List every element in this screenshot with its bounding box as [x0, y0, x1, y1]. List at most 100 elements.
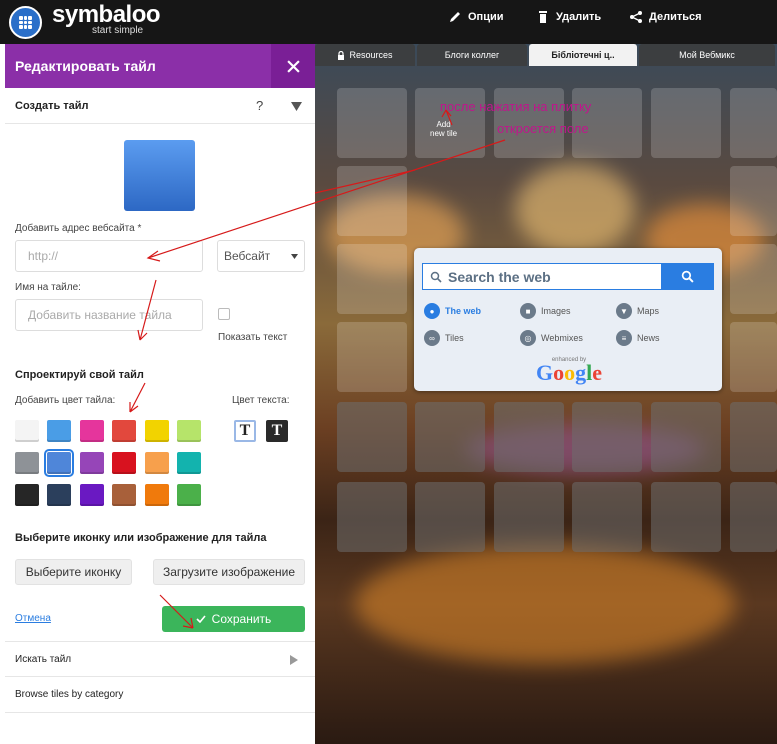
tile[interactable] — [337, 402, 407, 472]
save-label: Сохранить — [211, 612, 272, 626]
url-input[interactable]: http:// — [15, 240, 203, 272]
color-swatch[interactable] — [44, 449, 74, 477]
save-button[interactable]: Сохранить — [162, 606, 305, 632]
design-heading: Спроектируй свой тайл — [15, 369, 144, 381]
color-swatch[interactable] — [80, 420, 104, 442]
tile[interactable] — [494, 482, 564, 552]
link-icon: ∞ — [424, 330, 440, 346]
tab-colleague-blogs[interactable]: Блоги коллег — [417, 44, 527, 66]
delete-label: Удалить — [556, 11, 602, 23]
option-label: The web — [445, 306, 482, 316]
color-swatch[interactable] — [15, 420, 39, 442]
trash-icon — [539, 11, 547, 23]
color-swatch[interactable] — [177, 452, 201, 474]
tab-library-active[interactable]: Бібліотечні ц.. — [529, 44, 637, 66]
google-logo: Google — [535, 360, 602, 385]
tile[interactable] — [572, 402, 642, 472]
upload-image-button[interactable]: Загрузите изображение — [153, 559, 305, 585]
color-swatch[interactable] — [15, 484, 39, 506]
color-swatch[interactable] — [47, 484, 71, 506]
webmix-icon: ◎ — [520, 330, 536, 346]
pencil-icon — [450, 12, 460, 22]
chevron-down-icon[interactable] — [291, 102, 302, 111]
color-swatch[interactable] — [177, 484, 201, 506]
text-color-dark[interactable]: T — [234, 420, 256, 442]
tile[interactable] — [415, 402, 485, 472]
annotation-text-1: после нажатия на плитку — [440, 99, 592, 114]
color-swatch[interactable] — [145, 452, 169, 474]
tile[interactable] — [730, 88, 777, 158]
show-text-checkbox[interactable] — [218, 308, 230, 320]
brand-tagline: start simple — [92, 25, 144, 36]
tile[interactable] — [651, 402, 721, 472]
panel-title: Редактировать тайл — [15, 58, 156, 74]
show-text-label: Показать текст — [218, 332, 288, 343]
webmix-tabs: Resources Блоги коллег Бібліотечні ц.. М… — [315, 44, 777, 66]
browse-tiles-row[interactable]: Browse tiles by category — [5, 677, 315, 713]
color-swatch[interactable] — [112, 452, 136, 474]
color-swatch[interactable] — [15, 452, 39, 474]
color-swatch[interactable] — [145, 420, 169, 442]
options-button[interactable]: Опции — [448, 10, 504, 24]
tile-color-label: Добавить цвет тайла: — [15, 395, 116, 406]
tile[interactable] — [730, 402, 777, 472]
check-icon — [196, 615, 206, 623]
tile[interactable] — [651, 482, 721, 552]
search-option-tiles[interactable]: ∞ Tiles — [424, 330, 464, 346]
search-input[interactable]: Search the web — [422, 263, 714, 290]
tile[interactable] — [730, 322, 777, 392]
tile[interactable] — [730, 482, 777, 552]
search-tile-label: Искать тайл — [15, 654, 72, 665]
color-swatch[interactable] — [145, 484, 169, 506]
color-swatch[interactable] — [47, 420, 71, 442]
tile-name-input[interactable]: Добавить название тайла — [15, 299, 203, 331]
choose-icon-button[interactable]: Выберите иконку — [15, 559, 132, 585]
search-button[interactable] — [661, 264, 713, 289]
tile[interactable] — [337, 166, 407, 236]
map-pin-icon: ▼ — [616, 303, 632, 319]
delete-button[interactable]: Удалить — [536, 10, 601, 24]
close-button[interactable] — [271, 44, 315, 88]
icon-heading: Выберите иконку или изображение для тайл… — [15, 532, 267, 544]
tile[interactable] — [337, 322, 407, 392]
search-placeholder: Search the web — [448, 269, 551, 285]
color-swatch[interactable] — [80, 452, 104, 474]
search-option-news[interactable]: ≡ News — [616, 330, 660, 346]
cancel-link[interactable]: Отмена — [15, 613, 51, 624]
tab-my-webmix[interactable]: Мой Вебмикс — [639, 44, 775, 66]
option-label: Webmixes — [541, 333, 583, 343]
symbaloo-logo-icon[interactable] — [9, 6, 42, 39]
tile[interactable] — [730, 244, 777, 314]
tile[interactable] — [415, 482, 485, 552]
search-icon: ● — [424, 303, 440, 319]
tab-resources[interactable]: Resources — [315, 44, 415, 66]
search-option-maps[interactable]: ▼ Maps — [616, 303, 659, 319]
help-icon[interactable]: ? — [256, 98, 263, 113]
search-option-web[interactable]: ● The web — [424, 303, 481, 319]
option-label: Maps — [637, 306, 660, 316]
tile[interactable] — [337, 88, 407, 158]
tile-type-select[interactable]: Вебсайт — [217, 240, 305, 272]
search-tile-row[interactable]: Искать тайл — [5, 641, 315, 677]
color-swatch[interactable] — [112, 420, 136, 442]
search-option-images[interactable]: ■ Images — [520, 303, 571, 319]
share-label: Делиться — [649, 11, 702, 23]
share-button[interactable]: Делиться — [629, 10, 702, 24]
tile[interactable] — [494, 402, 564, 472]
tile[interactable] — [337, 244, 407, 314]
create-tile-label: Создать тайл — [15, 100, 89, 112]
tile[interactable] — [730, 166, 777, 236]
create-tile-row[interactable]: Создать тайл ? — [5, 88, 315, 124]
color-swatch[interactable] — [112, 484, 136, 506]
tile[interactable] — [651, 88, 721, 158]
close-icon — [286, 59, 300, 73]
text-color-light[interactable]: T — [266, 420, 288, 442]
search-option-webmixes[interactable]: ◎ Webmixes — [520, 330, 583, 346]
option-label: News — [637, 333, 660, 343]
color-swatch[interactable] — [80, 484, 104, 506]
chevron-right-icon — [290, 655, 298, 665]
color-swatch[interactable] — [177, 420, 201, 442]
tile[interactable] — [337, 482, 407, 552]
text-color-label: Цвет текста: — [232, 395, 290, 406]
tile[interactable] — [572, 482, 642, 552]
